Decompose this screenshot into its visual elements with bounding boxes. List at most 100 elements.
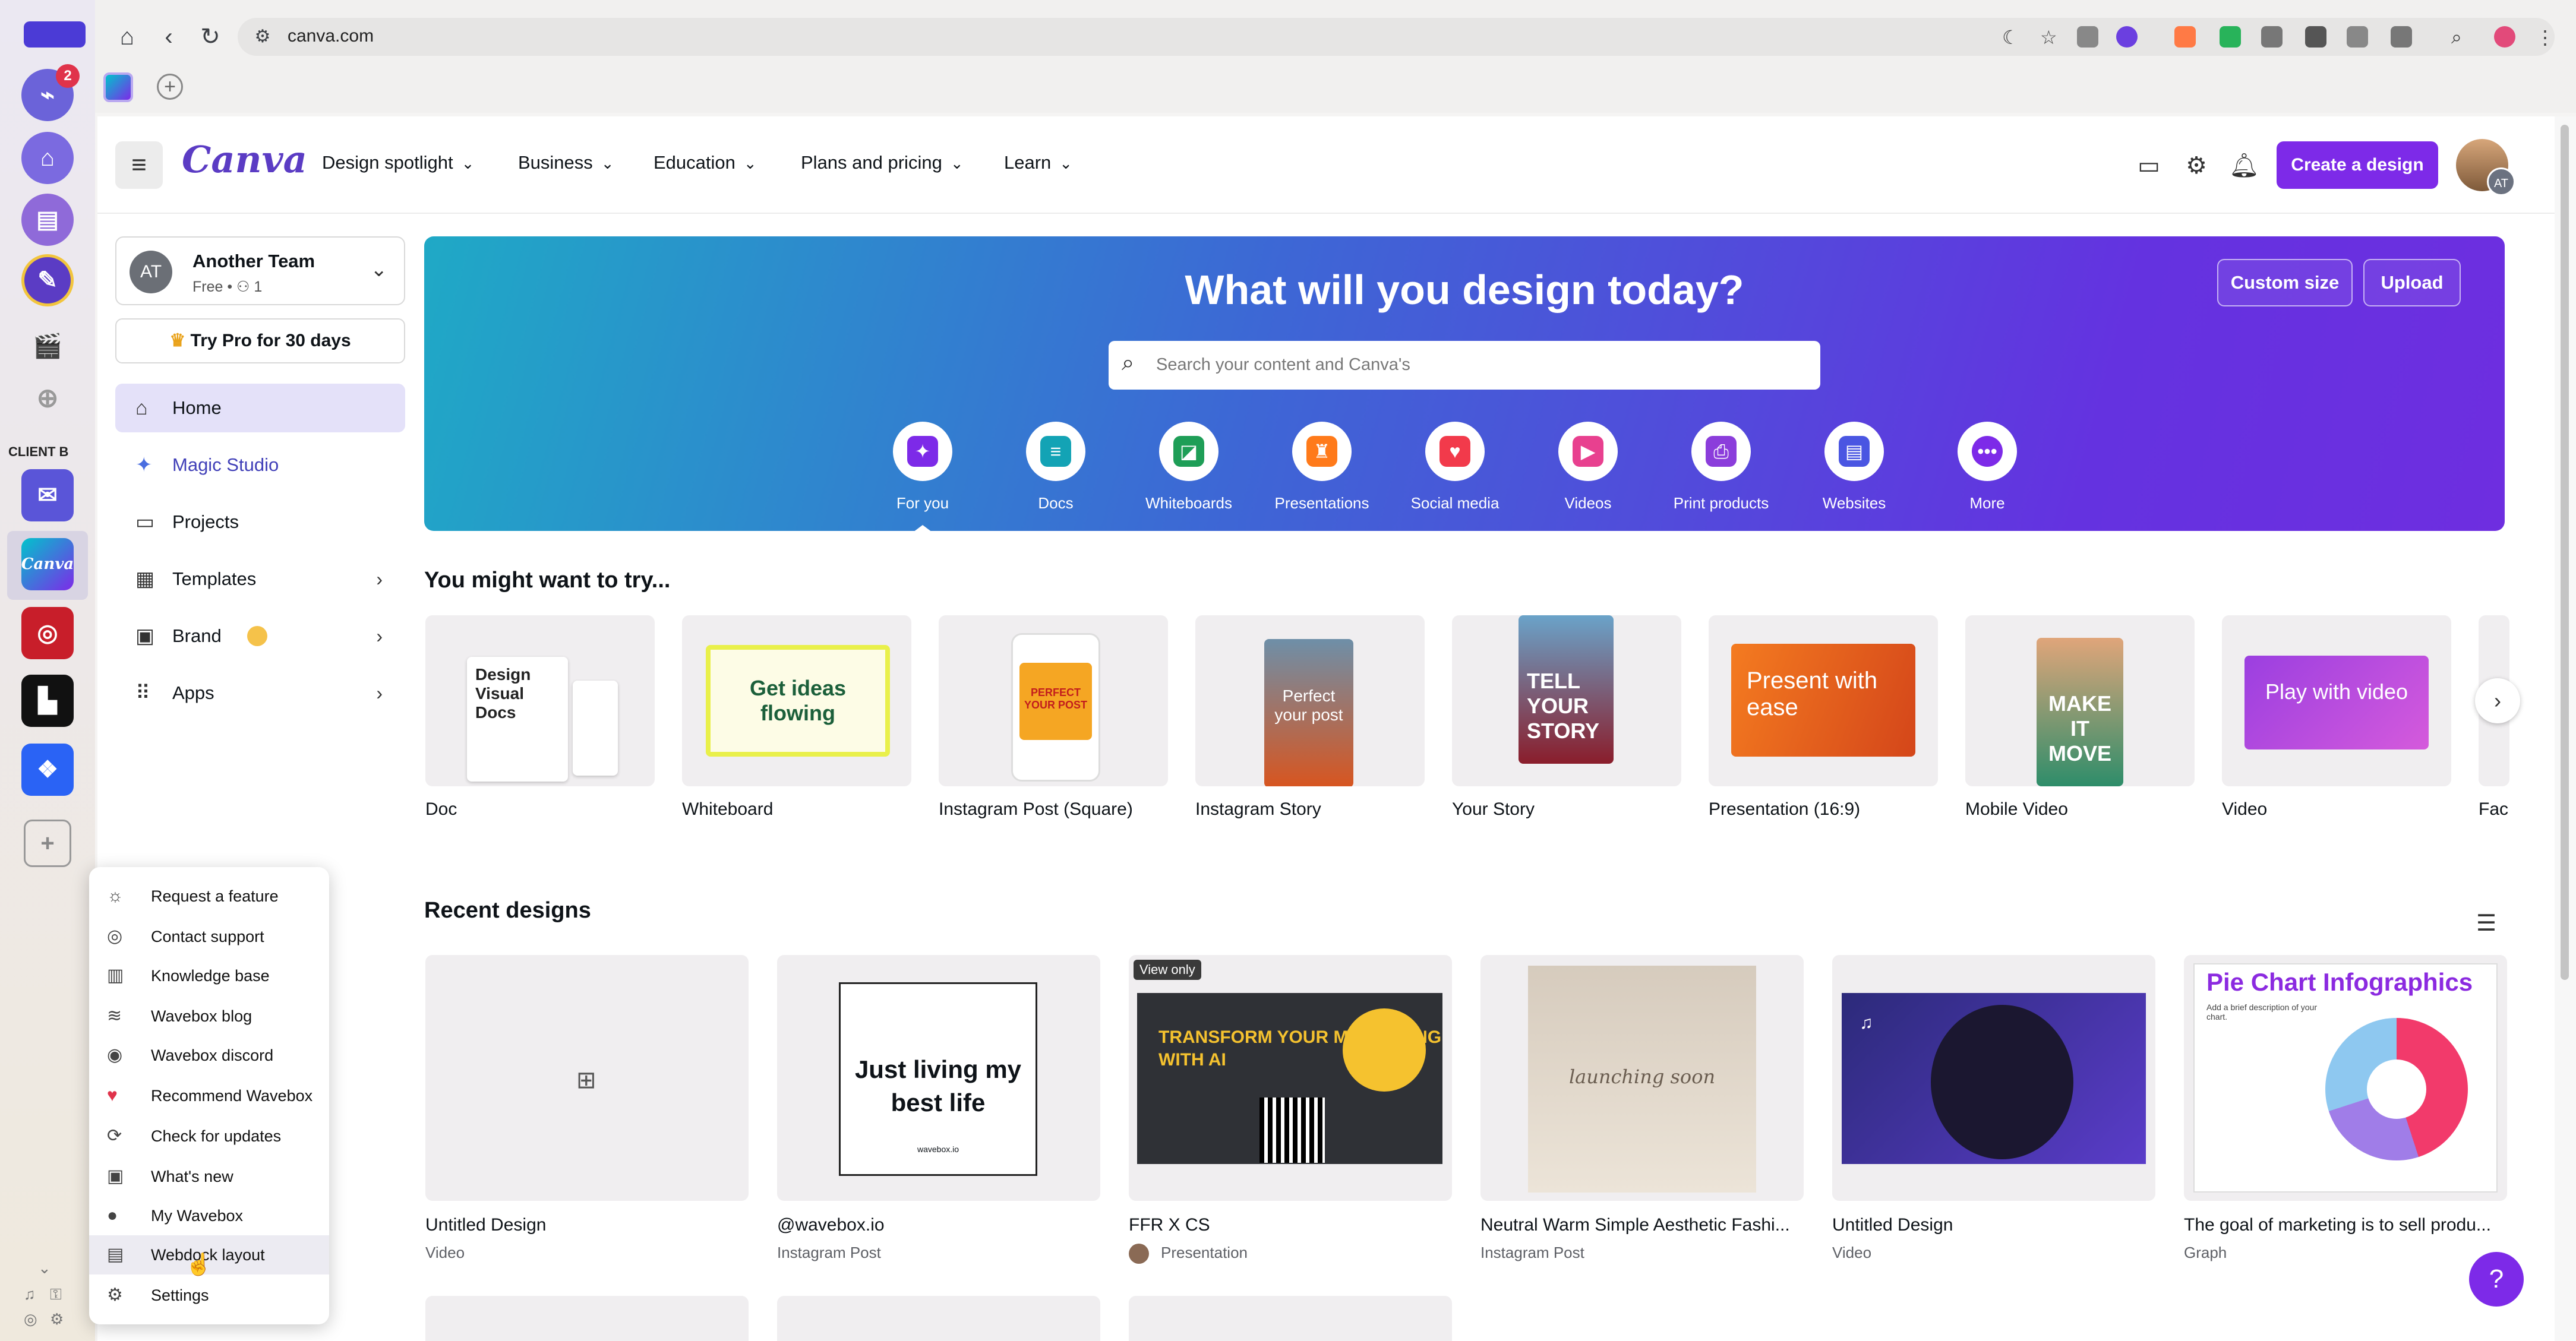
suggestion-mobile-video[interactable]: MAKE IT MOVE	[1965, 615, 2195, 786]
reload-icon[interactable]: ↻	[196, 23, 225, 51]
workspace-app-icon[interactable]: ▤	[21, 194, 74, 246]
menu-business[interactable]: Business ⌄	[518, 152, 614, 173]
search-icon[interactable]: ⌕	[2451, 26, 2473, 48]
menu-item-whats-new[interactable]: ▣ What's new	[89, 1157, 329, 1196]
menu-plans-pricing[interactable]: Plans and pricing ⌄	[801, 152, 964, 173]
category-whiteboards[interactable]: ◪ Whiteboards	[1122, 422, 1255, 513]
menu-design-spotlight[interactable]: Design spotlight ⌄	[322, 152, 474, 173]
add-space-icon[interactable]: ⊕	[21, 372, 74, 424]
hubspot-icon[interactable]	[2174, 26, 2196, 48]
recent-design-card[interactable]: ⊞	[425, 955, 749, 1201]
menu-item-recommend-wavebox[interactable]: ♥ Recommend Wavebox	[89, 1076, 329, 1115]
site-settings-icon[interactable]: ⚙	[248, 23, 277, 51]
category-websites[interactable]: ▤ Websites	[1788, 422, 1921, 513]
creative-cloud-icon[interactable]: ◎	[21, 607, 74, 659]
recent-design-card[interactable]: Just living my best life wavebox.io	[777, 955, 1100, 1201]
custom-size-button[interactable]: Custom size	[2217, 259, 2353, 306]
analytics-app-icon[interactable]: ⌁ 2	[21, 64, 80, 121]
address-bar[interactable]	[238, 18, 2555, 56]
home-icon[interactable]: ⌂	[113, 23, 141, 51]
recent-design-card-partial[interactable]	[1129, 1296, 1452, 1341]
category-social-media[interactable]: ♥ Social media	[1388, 422, 1521, 513]
list-view-icon[interactable]: ☰	[2476, 910, 2496, 937]
search-input[interactable]: ⌕ Search your content and Canva's	[1109, 341, 1820, 390]
stack-ext-icon[interactable]	[2347, 26, 2368, 48]
canva-logo[interactable]: Canva	[182, 138, 307, 181]
canva-group-icon[interactable]: ✎	[21, 254, 74, 306]
category-docs[interactable]: ≡ Docs	[989, 422, 1122, 513]
desktop-app-icon[interactable]: ▭	[2134, 151, 2164, 181]
bell-icon[interactable]: ♫	[24, 1285, 36, 1304]
reading-list-icon[interactable]	[2077, 26, 2098, 48]
menu-item-knowledge-base[interactable]: ▥ Knowledge base	[89, 956, 329, 995]
menu-learn[interactable]: Learn ⌄	[1004, 152, 1072, 173]
category-more[interactable]: ••• More	[1921, 422, 2054, 513]
team-switcher[interactable]: AT Another Team Free • ⚇ 1 ⌄	[115, 236, 405, 305]
puzzle-icon[interactable]	[2391, 26, 2412, 48]
recent-design-card[interactable]: ♫	[1832, 955, 2155, 1201]
category-for-you[interactable]: ✦ For you	[856, 422, 989, 513]
phone-ext-icon[interactable]	[2261, 26, 2283, 48]
wavebox-logo-icon[interactable]	[24, 21, 86, 48]
canva-tab-icon[interactable]	[103, 72, 133, 102]
k-ext-icon[interactable]	[2220, 26, 2241, 48]
add-app-icon[interactable]: +	[24, 820, 71, 867]
menu-item-wavebox-blog[interactable]: ≋ Wavebox blog	[89, 997, 329, 1036]
menu-item-contact-support[interactable]: ◎ Contact support	[89, 917, 329, 956]
suggestion-whiteboard[interactable]: Get ideas flowing	[682, 615, 911, 786]
star-icon[interactable]: ☆	[2040, 26, 2062, 48]
menu-education[interactable]: Education ⌄	[654, 152, 757, 173]
clapper-icon[interactable]: 🎬	[21, 320, 74, 372]
suggestion-your-story[interactable]: TELL YOUR STORY	[1452, 615, 1681, 786]
moon-icon[interactable]: ☾	[2002, 26, 2023, 48]
recent-design-card-partial[interactable]	[777, 1296, 1100, 1341]
menu-item-my-wavebox[interactable]: ● My Wavebox	[89, 1196, 329, 1235]
canva-app-icon[interactable]: Canva	[21, 538, 74, 590]
hamburger-menu-icon[interactable]: ≡	[115, 141, 163, 189]
try-pro-button[interactable]: ♛ Try Pro for 30 days	[115, 318, 405, 363]
menu-item-check-updates[interactable]: ⟳ Check for updates	[89, 1117, 329, 1156]
home-app-icon[interactable]: ⌂	[21, 132, 74, 184]
sidebar-item-magic-studio[interactable]: ✦ Magic Studio	[115, 441, 405, 489]
compass-icon[interactable]: ◎	[24, 1310, 37, 1329]
dropbox-icon[interactable]: ❖	[21, 744, 74, 796]
menu-item-settings[interactable]: ⚙ Settings	[89, 1276, 329, 1315]
create-design-button[interactable]: Create a design	[2277, 141, 2438, 189]
suggestion-instagram-post[interactable]: PERFECT YOUR POST	[939, 615, 1168, 786]
unsplash-icon[interactable]: ▙	[21, 675, 74, 727]
notifications-bell-icon[interactable]: 🔔︎	[2229, 151, 2259, 181]
expand-chevron-icon[interactable]: ⌄	[38, 1259, 51, 1277]
recent-design-card[interactable]: TRANSFORM YOUR MARKETING WITH AI View on…	[1129, 955, 1452, 1201]
recent-design-card[interactable]: Pie Chart Infographics Add a brief descr…	[2184, 955, 2507, 1201]
category-print-products[interactable]: ⎙ Print products	[1655, 422, 1788, 513]
wavebox-ext-icon[interactable]	[2116, 26, 2138, 48]
menu-item-request-feature[interactable]: ☼ Request a feature	[89, 877, 329, 916]
suggestion-instagram-story[interactable]: Perfect your post	[1195, 615, 1425, 786]
settings-icon[interactable]: ⚙	[2182, 151, 2211, 181]
category-presentations[interactable]: ♜ Presentations	[1255, 422, 1388, 513]
recent-design-card-partial[interactable]	[425, 1296, 749, 1341]
back-icon[interactable]: ‹	[154, 23, 183, 51]
profile-icon[interactable]	[2494, 26, 2515, 48]
scrollbar-thumb[interactable]	[2561, 125, 2569, 980]
sidebar-item-templates[interactable]: ▦ Templates ›	[115, 555, 405, 603]
sidebar-item-brand[interactable]: ▣ Brand ›	[115, 612, 405, 660]
sidebar-item-projects[interactable]: ▭ Projects	[115, 498, 405, 546]
category-videos[interactable]: ▶ Videos	[1521, 422, 1655, 513]
calendar-ext-icon[interactable]	[2305, 26, 2326, 48]
suggestion-presentation[interactable]: Present with ease	[1709, 615, 1938, 786]
suggestion-doc[interactable]: Design Visual Docs	[425, 615, 655, 786]
scroll-right-arrow-icon[interactable]: ›	[2475, 678, 2520, 723]
new-tab-icon[interactable]: +	[157, 74, 183, 100]
lock-icon[interactable]: ⚿	[50, 1285, 62, 1304]
upload-button[interactable]: Upload	[2363, 259, 2461, 306]
sidebar-item-home[interactable]: ⌂ Home	[115, 384, 405, 432]
recent-design-card[interactable]: launching soon	[1480, 955, 1804, 1201]
menu-item-wavebox-discord[interactable]: ◉ Wavebox discord	[89, 1036, 329, 1075]
mail-app-icon[interactable]: ✉	[21, 469, 74, 521]
menu-dots-icon[interactable]: ⋮	[2536, 26, 2557, 48]
help-button[interactable]: ?	[2469, 1252, 2524, 1307]
settings-small-icon[interactable]: ⚙	[50, 1310, 64, 1329]
suggestion-video[interactable]: Play with video	[2222, 615, 2451, 786]
sidebar-item-apps[interactable]: ⠿ Apps ›	[115, 669, 405, 717]
